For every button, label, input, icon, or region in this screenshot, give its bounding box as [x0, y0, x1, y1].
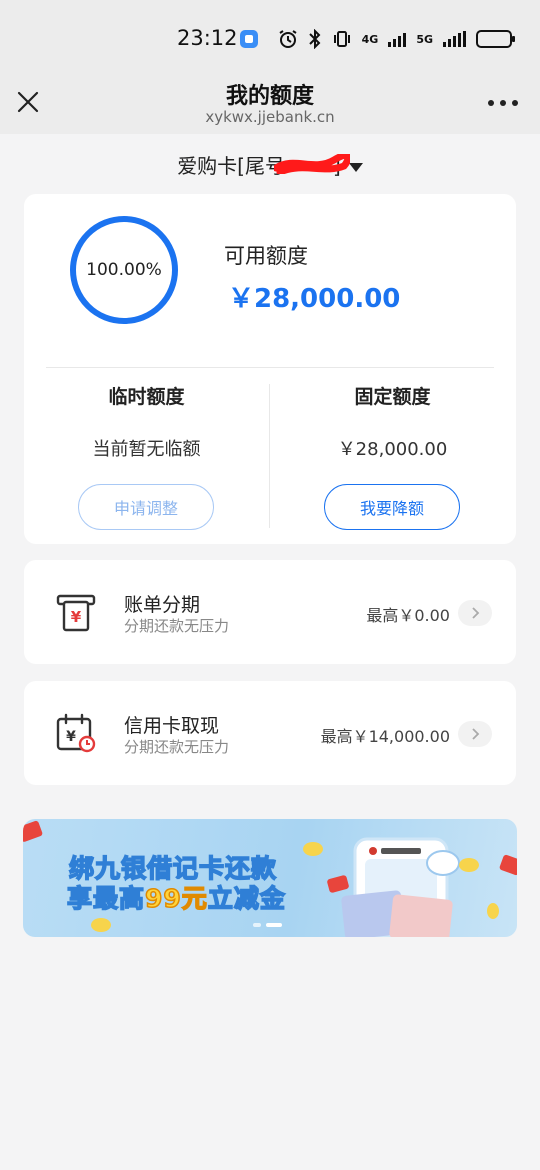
svg-text:¥: ¥ [71, 608, 82, 626]
fixed-limit-title: 固定额度 [354, 386, 431, 408]
promo-banner[interactable]: 绑九银借记卡还款 享最高99元立减金 [23, 819, 517, 937]
cash-advance-icon: ¥ [56, 713, 96, 753]
alarm-icon [279, 30, 297, 48]
app-notification-icon [240, 30, 258, 48]
card-selector[interactable]: 爱购卡[尾号] [0, 150, 540, 179]
chevron-right-icon [458, 600, 492, 626]
usage-percent: 100.00% [86, 260, 162, 280]
caret-down-icon [348, 163, 363, 172]
page-title: 我的额度 [225, 84, 314, 109]
bill-installment-icon: ¥ [56, 594, 96, 632]
limit-card: 100.00% 可用额度 ￥28,000.00 临时额度 当前暂无临额 固定额度… [24, 194, 516, 544]
list-item-value: 最高￥0.00 [366, 606, 450, 625]
list-item-subtitle: 分期还款无压力 [124, 617, 230, 635]
available-amount: ￥28,000.00 [228, 284, 401, 314]
usage-ring: 100.00% [70, 216, 178, 324]
list-item-title: 账单分期 [124, 594, 201, 616]
signal-4g-icon [388, 31, 407, 47]
reduce-limit-button[interactable]: 我要降额 [324, 484, 460, 530]
temporary-limit-value: 当前暂无临额 [92, 439, 201, 460]
nav-bar: 我的额度 xykwx.jjebank.cn [0, 78, 540, 134]
list-item-installment[interactable]: ¥ 账单分期 分期还款无压力 最高￥0.00 [24, 560, 516, 664]
list-item-subtitle: 分期还款无压力 [124, 738, 230, 756]
redaction-mark [274, 154, 350, 174]
banner-subheadline: 享最高99元立减金 [66, 879, 286, 915]
status-time: 23:12 [177, 26, 238, 50]
temporary-limit-column: 临时额度 当前暂无临额 [24, 382, 269, 461]
available-label: 可用额度 [224, 244, 308, 268]
status-bar: 23:12 4G 5G [0, 0, 540, 78]
fixed-limit-value: ￥28,000.00 [337, 439, 448, 460]
svg-text:¥: ¥ [66, 729, 76, 745]
list-item-cash-advance[interactable]: ¥ 信用卡取现 分期还款无压力 最高￥14,000.00 [24, 681, 516, 785]
status-icons: 4G 5G [278, 24, 515, 54]
list-item-title: 信用卡取现 [124, 715, 220, 737]
network-4g-label: 4G [361, 32, 379, 46]
fixed-limit-column: 固定额度 ￥28,000.00 [270, 382, 515, 461]
banner-highlight: 99元 [144, 883, 208, 914]
divider [46, 367, 494, 368]
bluetooth-icon [308, 29, 321, 49]
carousel-indicator [253, 923, 282, 927]
list-item-value: 最高￥14,000.00 [320, 727, 450, 746]
banner-text-post: 立减金 [207, 883, 286, 914]
banner-text-pre: 享最高 [66, 883, 146, 914]
page-url: xykwx.jjebank.cn [205, 108, 335, 126]
chevron-right-icon [458, 721, 492, 747]
vibrate-icon [333, 31, 350, 47]
more-icon[interactable] [488, 100, 518, 106]
battery-icon [476, 30, 515, 48]
temporary-limit-title: 临时额度 [108, 386, 185, 408]
network-5g-label: 5G [416, 32, 433, 46]
apply-adjust-button[interactable]: 申请调整 [78, 484, 214, 530]
signal-5g-icon [443, 31, 466, 47]
card-selector-label: 爱购卡[尾号 [177, 154, 285, 178]
